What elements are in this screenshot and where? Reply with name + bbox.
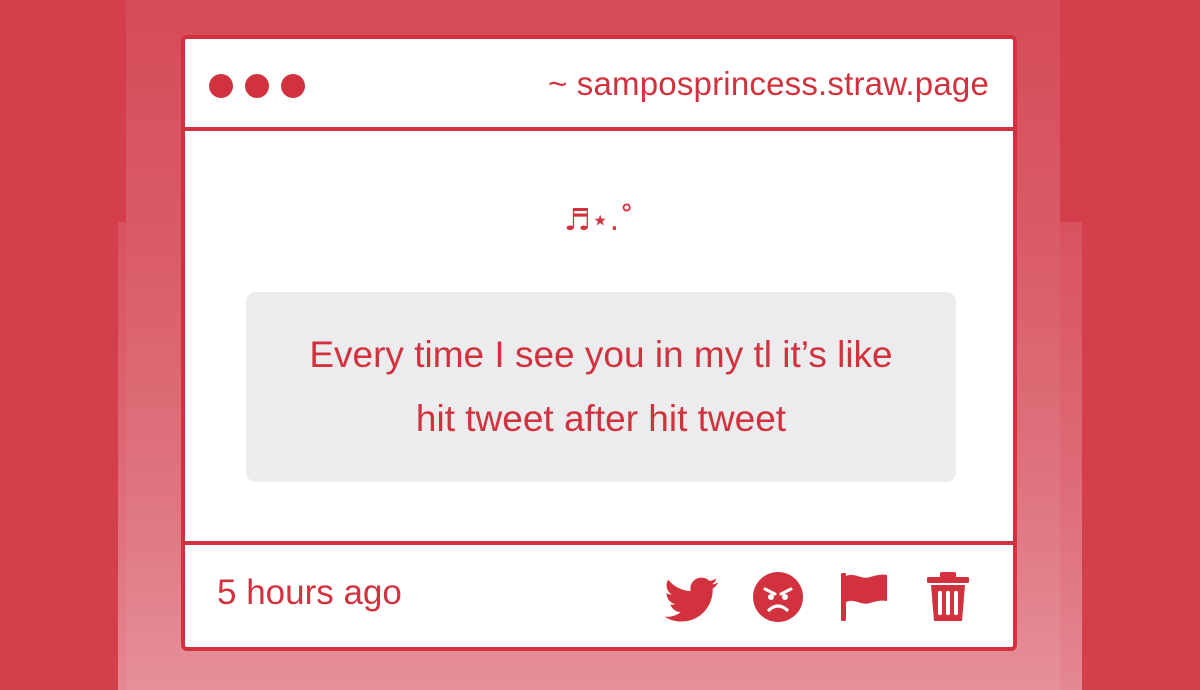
trash-icon[interactable]	[921, 570, 975, 624]
flag-icon[interactable]	[837, 570, 891, 624]
post-timestamp: 5 hours ago	[217, 573, 402, 612]
window-control-dot[interactable]	[209, 74, 233, 98]
window-titlebar: ~ samposprincess.straw.page	[185, 39, 1013, 131]
angry-face-icon[interactable]	[751, 570, 805, 624]
page-url[interactable]: ~ samposprincess.straw.page	[548, 65, 989, 103]
music-decoration: ♬⋆.˚	[563, 203, 635, 238]
message-bubble: Every time I see you in my tl it’s like …	[246, 292, 956, 482]
post-window: ~ samposprincess.straw.page ♬⋆.˚ Every t…	[181, 35, 1017, 651]
window-control-dot[interactable]	[281, 74, 305, 98]
message-text: Every time I see you in my tl it’s like …	[309, 334, 893, 439]
post-footer: 5 hours ago	[185, 541, 1013, 647]
post-content: ♬⋆.˚ Every time I see you in my tl it’s …	[185, 131, 1013, 545]
window-control-dot[interactable]	[245, 74, 269, 98]
twitter-bird-icon[interactable]	[665, 570, 719, 624]
